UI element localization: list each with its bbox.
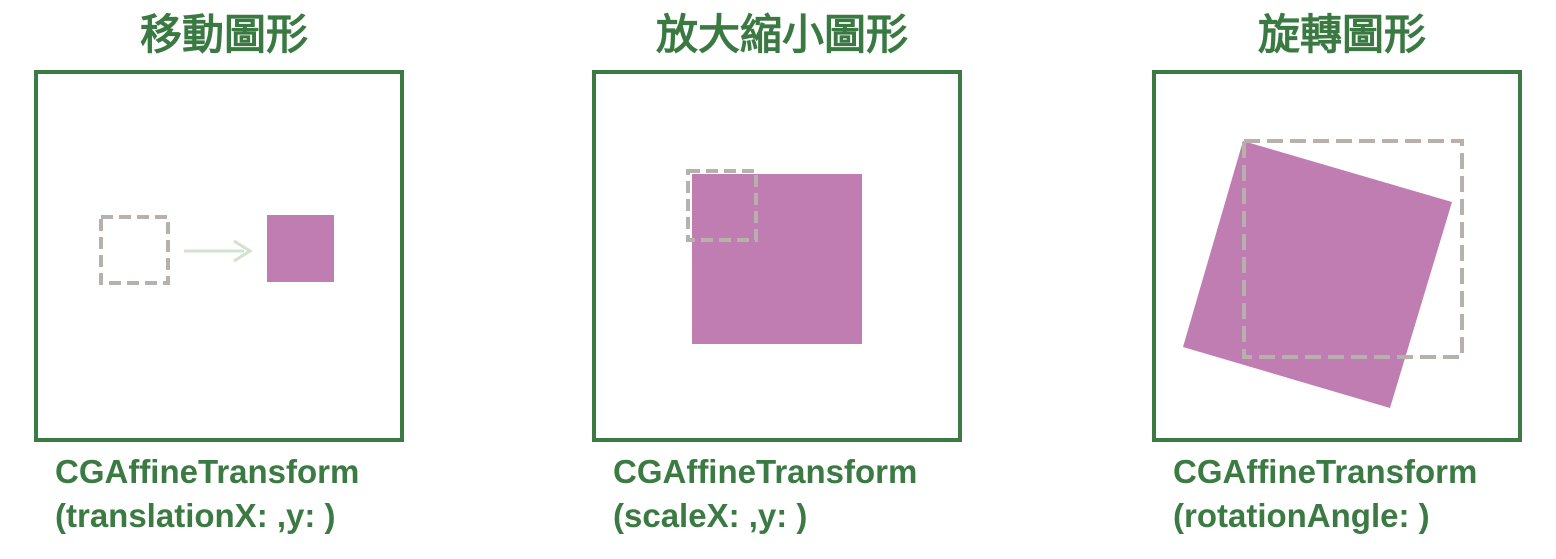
translation-caption-line2: (translationX: ,y: ) bbox=[55, 497, 336, 534]
rotated-square bbox=[1183, 141, 1452, 408]
scale-frame bbox=[592, 70, 962, 442]
rotation-panel: 旋轉圖形 CGAffineTransform (rotationAngle: ) bbox=[1152, 0, 1532, 559]
translation-caption: CGAffineTransform (translationX: ,y: ) bbox=[55, 450, 359, 538]
scale-panel: 放大縮小圖形 CGAffineTransform (scaleX: ,y: ) bbox=[592, 0, 972, 559]
scale-caption: CGAffineTransform (scaleX: ,y: ) bbox=[613, 450, 917, 538]
translation-frame bbox=[34, 70, 404, 442]
rotation-title: 旋轉圖形 bbox=[1257, 10, 1426, 59]
rotation-caption-line1: CGAffineTransform bbox=[1173, 453, 1478, 490]
scale-diagram bbox=[686, 169, 862, 344]
rotation-caption: CGAffineTransform (rotationAngle: ) bbox=[1173, 450, 1477, 538]
rotation-diagram bbox=[1183, 139, 1464, 408]
scaled-square bbox=[692, 174, 862, 344]
rotation-frame bbox=[1152, 70, 1522, 442]
scale-caption-line2: (scaleX: ,y: ) bbox=[613, 497, 808, 534]
translation-title: 移動圖形 bbox=[139, 10, 308, 59]
translated-square bbox=[267, 215, 334, 282]
rotation-caption-line2: (rotationAngle: ) bbox=[1173, 497, 1430, 534]
scale-caption-line1: CGAffineTransform bbox=[613, 453, 918, 490]
translation-panel: 移動圖形 CGAffineTransform (translationX: ,y… bbox=[34, 0, 414, 559]
scale-title: 放大縮小圖形 bbox=[655, 10, 908, 59]
translation-diagram bbox=[99, 215, 334, 285]
original-outline-square bbox=[99, 215, 170, 285]
translation-caption-line1: CGAffineTransform bbox=[55, 453, 360, 490]
